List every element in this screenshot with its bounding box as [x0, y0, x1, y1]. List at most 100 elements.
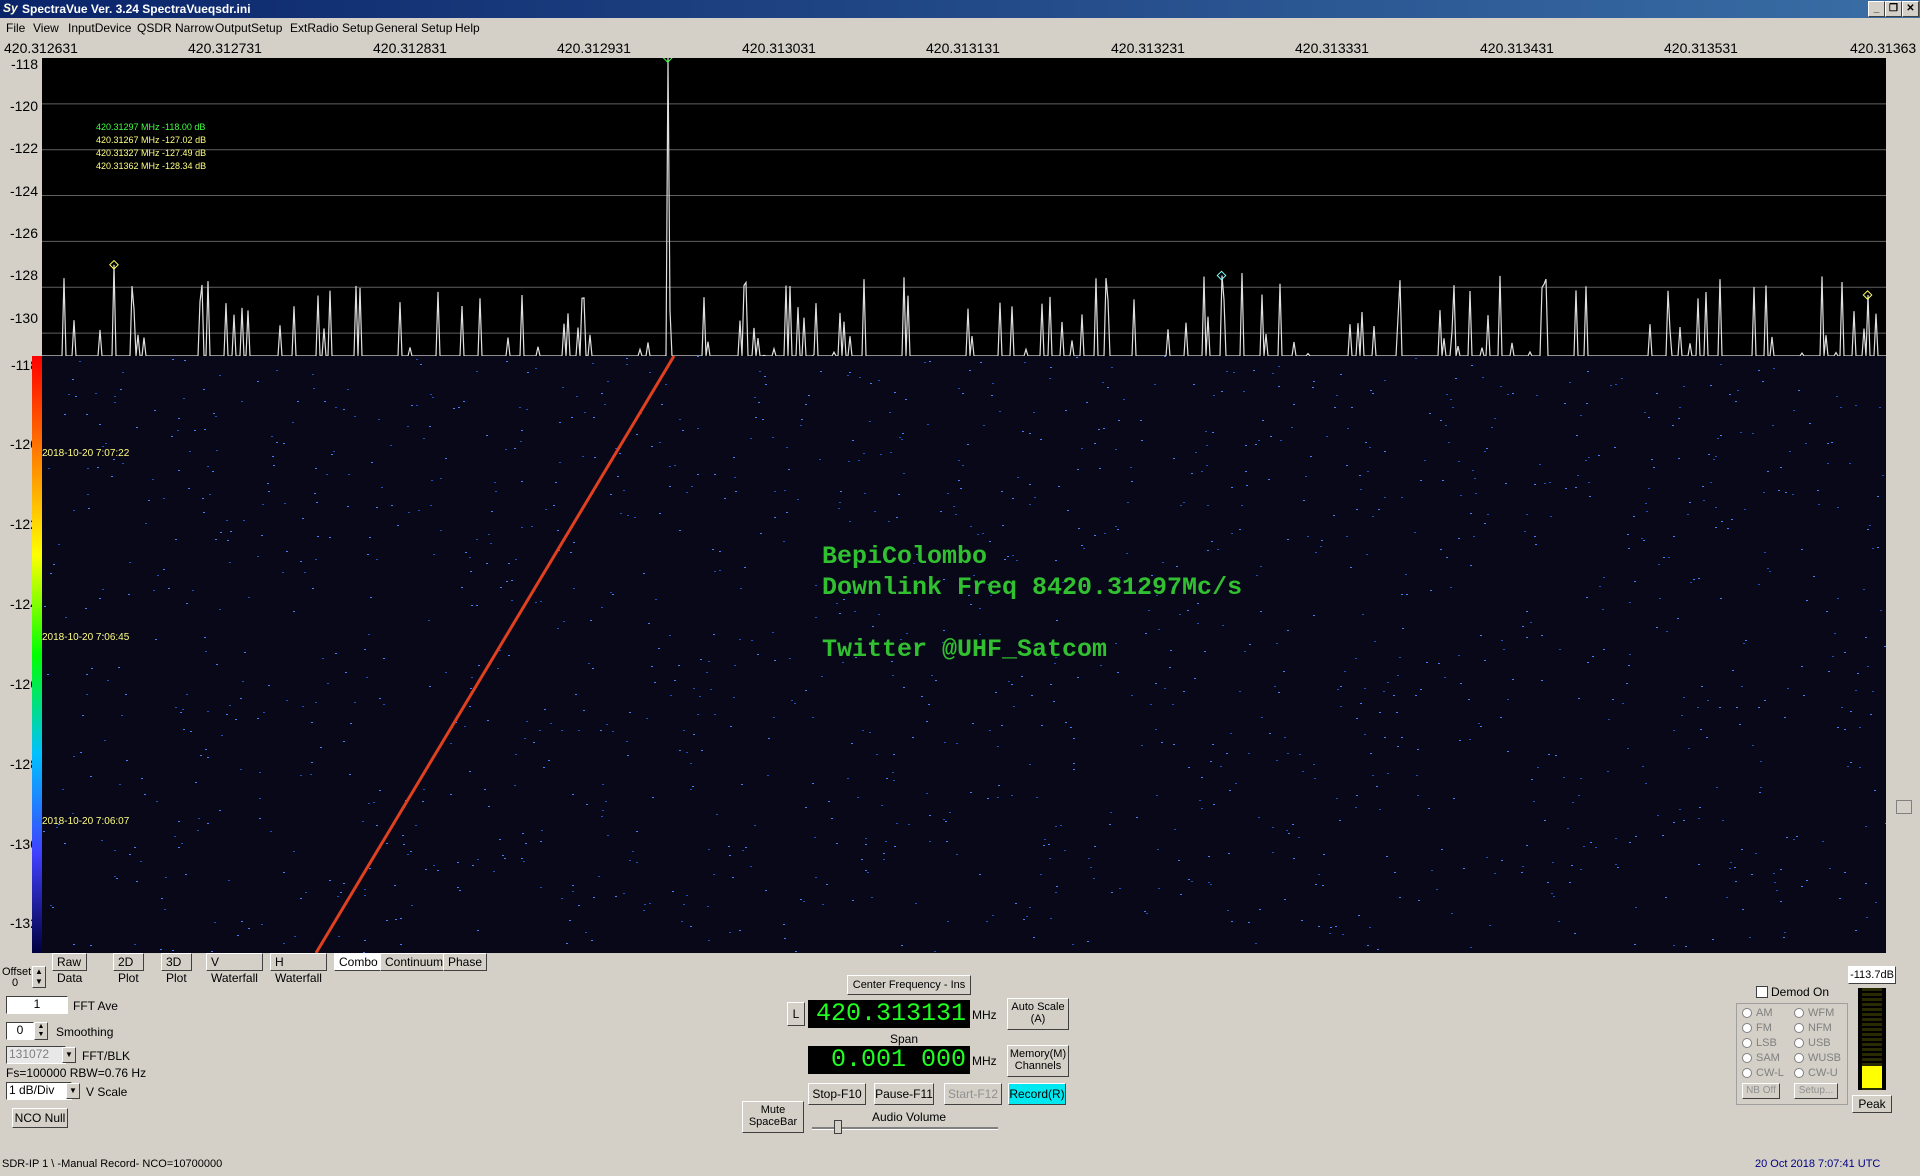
- tab-continuum[interactable]: Continuum: [380, 953, 449, 971]
- noise-pixel: [62, 789, 64, 790]
- mode-sam-radio[interactable]: SAM: [1742, 1052, 1780, 1064]
- noise-pixel: [1259, 909, 1261, 910]
- memory-channels-button[interactable]: Memory(M) Channels: [1007, 1045, 1069, 1077]
- fft-blk-select[interactable]: 131072: [6, 1046, 66, 1064]
- close-button[interactable]: ✕: [1902, 1, 1919, 17]
- tab-raw-data[interactable]: Raw Data: [52, 953, 88, 985]
- l-button[interactable]: L: [787, 1002, 805, 1026]
- span-display[interactable]: 0.001 000: [808, 1046, 970, 1074]
- noise-pixel: [1867, 666, 1869, 667]
- tab-h-waterfall[interactable]: H Waterfall: [270, 953, 327, 985]
- noise-pixel: [864, 493, 866, 494]
- mode-nfm-radio[interactable]: NFM: [1794, 1022, 1832, 1034]
- stop-button[interactable]: Stop-F10: [808, 1083, 866, 1105]
- noise-pixel: [1708, 454, 1710, 455]
- restore-button[interactable]: ❐: [1885, 1, 1902, 17]
- noise-pixel: [967, 444, 969, 445]
- menu-outputsetup[interactable]: OutputSetup: [215, 21, 282, 35]
- mode-wfm-radio[interactable]: WFM: [1794, 1007, 1834, 1019]
- record-button[interactable]: Record(R): [1008, 1083, 1066, 1105]
- nco-null-button[interactable]: NCO Null: [12, 1108, 68, 1128]
- smoothing-spinner[interactable]: ▲ ▼: [34, 1022, 48, 1040]
- noise-pixel: [1760, 787, 1762, 788]
- noise-pixel: [1111, 367, 1113, 368]
- demod-on-checkbox[interactable]: [1756, 986, 1768, 998]
- noise-pixel: [1598, 455, 1600, 456]
- noise-pixel: [1629, 654, 1631, 655]
- noise-pixel: [276, 442, 278, 443]
- noise-pixel: [1141, 745, 1143, 746]
- tab-3d-plot[interactable]: 3D Plot: [161, 953, 192, 985]
- mode-wusb-radio[interactable]: WUSB: [1794, 1052, 1841, 1064]
- mode-lsb-radio[interactable]: LSB: [1742, 1037, 1777, 1049]
- auto-scale-button[interactable]: Auto Scale (A): [1007, 998, 1069, 1030]
- noise-pixel: [644, 904, 646, 905]
- setup-button[interactable]: Setup...: [1794, 1083, 1838, 1099]
- noise-pixel: [315, 559, 317, 560]
- peak-button[interactable]: Peak: [1852, 1095, 1892, 1113]
- menu-file[interactable]: File: [6, 21, 25, 35]
- tab-2d-plot[interactable]: 2D Plot: [113, 953, 144, 985]
- noise-pixel: [1372, 393, 1374, 394]
- smoothing-input[interactable]: 0: [6, 1022, 34, 1040]
- chevron-down-icon[interactable]: ▼: [66, 1083, 80, 1099]
- menu-extradio-setup[interactable]: ExtRadio Setup: [290, 21, 373, 35]
- noise-pixel: [229, 705, 231, 706]
- center-frequency-button[interactable]: Center Frequency - Ins: [847, 975, 971, 995]
- noise-pixel: [408, 512, 410, 513]
- menu-help[interactable]: Help: [455, 21, 480, 35]
- spectrum-plot[interactable]: 420.31297 MHz -118.00 dB 420.31267 MHz -…: [42, 53, 1886, 357]
- mode-cwl-radio[interactable]: CW-L: [1742, 1067, 1784, 1079]
- menu-inputdevice[interactable]: InputDevice: [68, 21, 131, 35]
- vertical-scrollbar[interactable]: [1886, 58, 1906, 953]
- tab-combo[interactable]: Combo: [334, 953, 383, 971]
- noise-pixel: [402, 835, 404, 836]
- chevron-down-icon[interactable]: ▼: [62, 1047, 76, 1063]
- noise-pixel: [1416, 775, 1418, 776]
- pause-button[interactable]: Pause-F11: [874, 1083, 934, 1105]
- minimize-button[interactable]: _: [1868, 1, 1885, 17]
- noise-pixel: [1104, 533, 1106, 534]
- center-frequency-display[interactable]: 420.313131: [808, 1000, 970, 1028]
- noise-pixel: [181, 843, 183, 844]
- noise-pixel: [1183, 502, 1185, 503]
- noise-pixel: [311, 762, 313, 763]
- noise-pixel: [1773, 368, 1775, 369]
- nb-off-button[interactable]: NB Off: [1742, 1083, 1780, 1099]
- noise-pixel: [1857, 673, 1859, 674]
- noise-pixel: [839, 613, 841, 614]
- noise-pixel: [1213, 395, 1215, 396]
- noise-pixel: [847, 375, 849, 376]
- noise-pixel: [729, 855, 731, 856]
- tab-v-waterfall[interactable]: V Waterfall: [206, 953, 263, 985]
- noise-pixel: [604, 404, 606, 405]
- mode-cwu-radio[interactable]: CW-U: [1794, 1067, 1838, 1079]
- mode-am-radio[interactable]: AM: [1742, 1007, 1773, 1019]
- waterfall-colorbar: [32, 356, 42, 953]
- noise-pixel: [1415, 695, 1417, 696]
- mode-fm-radio[interactable]: FM: [1742, 1022, 1772, 1034]
- noise-pixel: [682, 430, 684, 431]
- noise-pixel: [1229, 790, 1231, 791]
- mode-usb-radio[interactable]: USB: [1794, 1037, 1831, 1049]
- noise-pixel: [714, 571, 716, 572]
- noise-pixel: [1150, 704, 1152, 705]
- fft-ave-input[interactable]: 1: [6, 996, 68, 1014]
- noise-pixel: [1553, 896, 1555, 897]
- scroll-thumb[interactable]: [1896, 800, 1912, 814]
- vscale-select[interactable]: 1 dB/Div: [6, 1082, 72, 1100]
- noise-pixel: [505, 449, 507, 450]
- noise-pixel: [261, 535, 263, 536]
- noise-pixel: [958, 460, 960, 461]
- mute-button[interactable]: Mute SpaceBar: [742, 1101, 804, 1133]
- menu-qsdr-narrow[interactable]: QSDR Narrow: [137, 21, 214, 35]
- start-button[interactable]: Start-F12: [944, 1083, 1002, 1105]
- menu-view[interactable]: View: [33, 21, 59, 35]
- offset-spinner[interactable]: ▲ ▼: [32, 966, 46, 988]
- menu-general-setup[interactable]: General Setup: [375, 21, 452, 35]
- noise-pixel: [801, 419, 803, 420]
- noise-pixel: [316, 502, 318, 503]
- noise-pixel: [493, 871, 495, 872]
- tab-phase[interactable]: Phase: [443, 953, 488, 971]
- audio-volume-handle[interactable]: [834, 1120, 842, 1134]
